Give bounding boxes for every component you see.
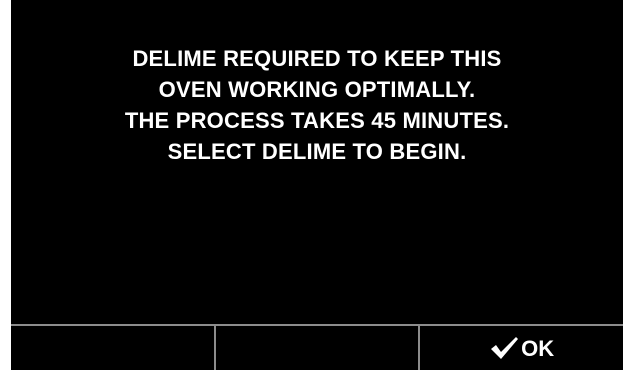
message-line: SELECT DELIME TO BEGIN. [167, 139, 467, 164]
softkey-middle-button[interactable] [213, 326, 419, 370]
ok-label: OK [521, 336, 555, 361]
message-line: OVEN WORKING OPTIMALLY. [158, 77, 476, 102]
check-icon [491, 337, 519, 359]
softkey-bar: OK [11, 324, 623, 370]
message-line: THE PROCESS TAKES 45 MINUTES. [124, 108, 510, 133]
delime-message: DELIME REQUIRED TO KEEP THIS OVEN WORKIN… [11, 43, 623, 167]
softkey-left-button[interactable] [11, 326, 214, 370]
message-line: DELIME REQUIRED TO KEEP THIS [132, 46, 502, 71]
screen: DELIME REQUIRED TO KEEP THIS OVEN WORKIN… [0, 0, 634, 370]
oven-display-panel: DELIME REQUIRED TO KEEP THIS OVEN WORKIN… [11, 0, 623, 370]
ok-button[interactable]: OK [418, 326, 623, 370]
